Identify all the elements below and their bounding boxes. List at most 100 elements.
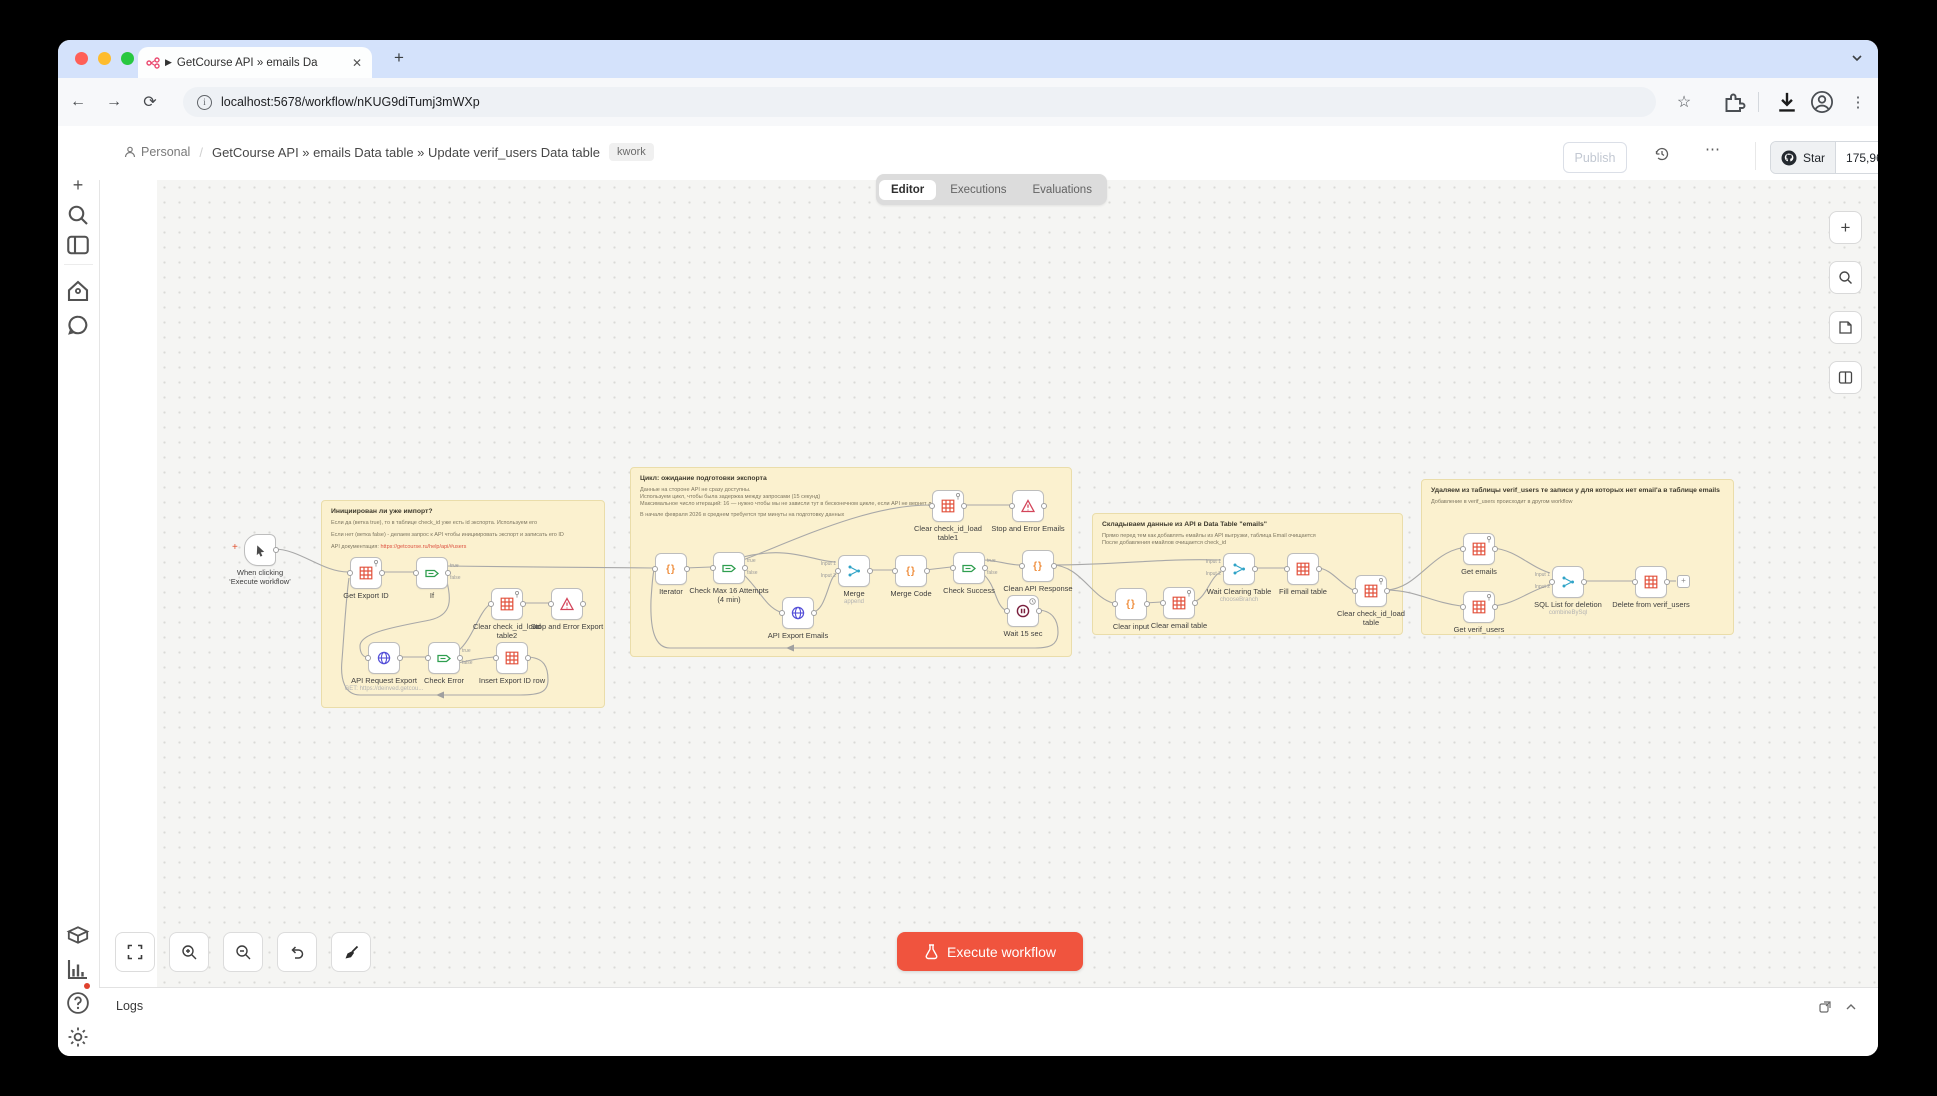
node-sql-list-deletion[interactable]: Input 1 Input 2 SQL List for deletioncom… [1552, 566, 1584, 598]
undo-icon [289, 944, 306, 961]
node-label: Delete from verif_users [1611, 600, 1691, 609]
data-table-icon [500, 597, 514, 611]
node-merge-code[interactable]: {} Merge Code [895, 555, 927, 587]
add-sticky-button[interactable] [1829, 311, 1862, 344]
node-label: Clear check_id_load table1 [908, 524, 988, 543]
node-wait-clearing-table[interactable]: Input 1 Input 2 Wait Clearing Tablechoos… [1223, 553, 1255, 585]
node-label: Clean API Response [998, 584, 1078, 593]
data-table-icon [1296, 562, 1310, 576]
pin-icon [1186, 590, 1192, 597]
data-table-icon [359, 566, 373, 580]
fit-view-button[interactable] [115, 932, 155, 972]
broom-icon [343, 944, 360, 961]
zoom-in-button[interactable] [169, 932, 209, 972]
code-braces-icon: {} [906, 566, 916, 577]
split-view-button[interactable] [1829, 361, 1862, 394]
if-branch-icon [425, 566, 439, 580]
node-trigger[interactable]: When clicking ‘Execute workflow’ [244, 534, 276, 566]
node-label: Clear check_id_load table [1336, 609, 1406, 628]
port-label-true: true [462, 648, 471, 654]
search-icon [1838, 270, 1853, 285]
error-triangle-icon [1021, 499, 1035, 513]
canvas-overlay: Editor Executions Evaluations Инициирова… [0, 0, 1937, 1096]
port-label-false: false [987, 570, 998, 576]
tidy-up-button[interactable] [331, 932, 371, 972]
port-label-input1: Input 1 [1206, 559, 1221, 565]
node-label: When clicking ‘Execute workflow’ [224, 568, 296, 587]
port-label-true: true [450, 563, 459, 569]
port-label-true: true [747, 558, 756, 564]
pin-icon [514, 591, 520, 598]
data-table-icon [1172, 596, 1186, 610]
node-clear-check-id-table1[interactable]: Clear check_id_load table1 [932, 490, 964, 522]
pin-icon [1486, 536, 1492, 543]
node-api-request-export[interactable]: API Request ExportGET: https://deinved.g… [368, 642, 400, 674]
data-table-icon [1472, 542, 1486, 556]
node-label: Check Max 16 Attempts (4 min) [687, 586, 771, 605]
node-check-success[interactable]: true false Check Success [953, 552, 985, 584]
port-label-input2: Input 2 [821, 573, 836, 579]
fit-view-icon [127, 944, 143, 960]
node-insert-export-id[interactable]: Insert Export ID row [496, 642, 528, 674]
port-label-false: false [462, 660, 473, 666]
node-clear-email-table[interactable]: Clear email table [1163, 587, 1195, 619]
add-node-button[interactable]: + [1829, 211, 1862, 244]
node-clear-check-id-table2[interactable]: Clear check_id_load table2 [491, 588, 523, 620]
data-table-icon [1472, 600, 1486, 614]
node-stop-error-emails[interactable]: Stop and Error Emails [1012, 490, 1044, 522]
wait-pause-icon [1016, 604, 1030, 618]
canvas-search-button[interactable] [1829, 261, 1862, 294]
split-panel-icon [1838, 370, 1853, 385]
node-get-export-id[interactable]: Get Export ID [350, 557, 382, 589]
node-get-verif-users[interactable]: Get verif_users [1463, 591, 1495, 623]
pin-icon [1486, 594, 1492, 601]
node-clear-input[interactable]: {} Clear input [1115, 588, 1147, 620]
pin-icon [373, 560, 379, 567]
node-check-max-attempts[interactable]: true false Check Max 16 Attempts (4 min) [713, 552, 745, 584]
execute-workflow-label: Execute workflow [947, 944, 1056, 960]
globe-icon [791, 606, 805, 620]
merge-icon [1561, 575, 1575, 589]
zoom-out-button[interactable] [223, 932, 263, 972]
port-label-input1: Input 1 [821, 561, 836, 567]
node-if[interactable]: true false If [416, 557, 448, 589]
node-delete-verif-users[interactable]: Delete from verif_users [1635, 566, 1667, 598]
node-label: Insert Export ID row [462, 676, 562, 685]
node-label: Fill email table [1253, 587, 1353, 596]
node-clean-api-response[interactable]: {} Clean API Response [1022, 550, 1054, 582]
add-node-plus[interactable]: + [1677, 575, 1690, 588]
node-merge[interactable]: Input 1 Input 2 Mergeappend [838, 555, 870, 587]
flask-icon [924, 944, 939, 960]
cursor-icon [254, 544, 267, 557]
node-label: Get emails [1429, 567, 1529, 576]
data-table-icon [1364, 584, 1378, 598]
node-label: Stop and Error Emails [989, 524, 1067, 533]
data-table-icon [1644, 575, 1658, 589]
globe-icon [377, 651, 391, 665]
if-branch-icon [722, 561, 736, 575]
node-get-emails[interactable]: Get emails [1463, 533, 1495, 565]
error-triangle-icon [560, 597, 574, 611]
node-label: Stop and Error Export [528, 622, 606, 631]
node-iterator[interactable]: {} Iterator [655, 553, 687, 585]
undo-button[interactable] [277, 932, 317, 972]
node-wait-15-sec[interactable]: Wait 15 sec [1007, 595, 1039, 627]
node-sublabel: GET: https://deinved.getcou... [334, 686, 434, 692]
port-label-input2: Input 2 [1206, 571, 1221, 577]
data-table-icon [505, 651, 519, 665]
screen: ▶ GetCourse API » emails Da ✕ + ← → ⟳ i … [0, 0, 1937, 1096]
execute-workflow-button[interactable]: Execute workflow [897, 932, 1083, 971]
node-clear-check-id-table[interactable]: Clear check_id_load table [1355, 575, 1387, 607]
node-label: If [382, 591, 482, 600]
port-label-false: false [450, 575, 461, 581]
if-branch-icon [962, 561, 976, 575]
node-label: Wait 15 sec [973, 629, 1073, 638]
plus-icon: + [1841, 218, 1851, 238]
node-fill-email-table[interactable]: Fill email table [1287, 553, 1319, 585]
pin-icon [955, 493, 961, 500]
node-sublabel: append [804, 599, 904, 605]
node-check-error[interactable]: true false Check Error [428, 642, 460, 674]
sticky-note-icon [1838, 320, 1853, 335]
node-stop-error-export[interactable]: Stop and Error Export [551, 588, 583, 620]
node-label: SQL List for deletion [1526, 600, 1610, 609]
